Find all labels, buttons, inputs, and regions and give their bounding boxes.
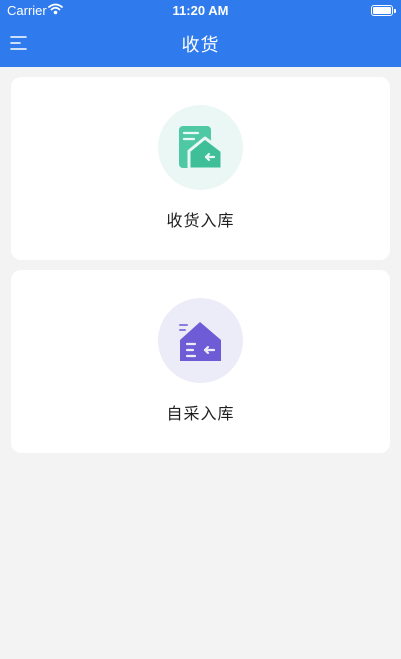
status-bar: Carrier 11:20 AM	[0, 0, 401, 21]
purchase-warehouse-icon	[158, 298, 243, 383]
purchase-warehouse-label: 自采入库	[166, 404, 235, 423]
purchase-warehouse-card[interactable]: 自采入库	[11, 270, 390, 453]
receive-warehouse-card[interactable]: 收货入库	[11, 77, 390, 260]
receive-warehouse-icon	[158, 105, 243, 190]
receive-warehouse-label: 收货入库	[166, 211, 235, 230]
navigation-bar: 收货	[0, 21, 401, 67]
battery-icon	[371, 5, 396, 16]
clock: 11:20 AM	[172, 3, 229, 18]
page-title: 收货	[181, 35, 220, 56]
